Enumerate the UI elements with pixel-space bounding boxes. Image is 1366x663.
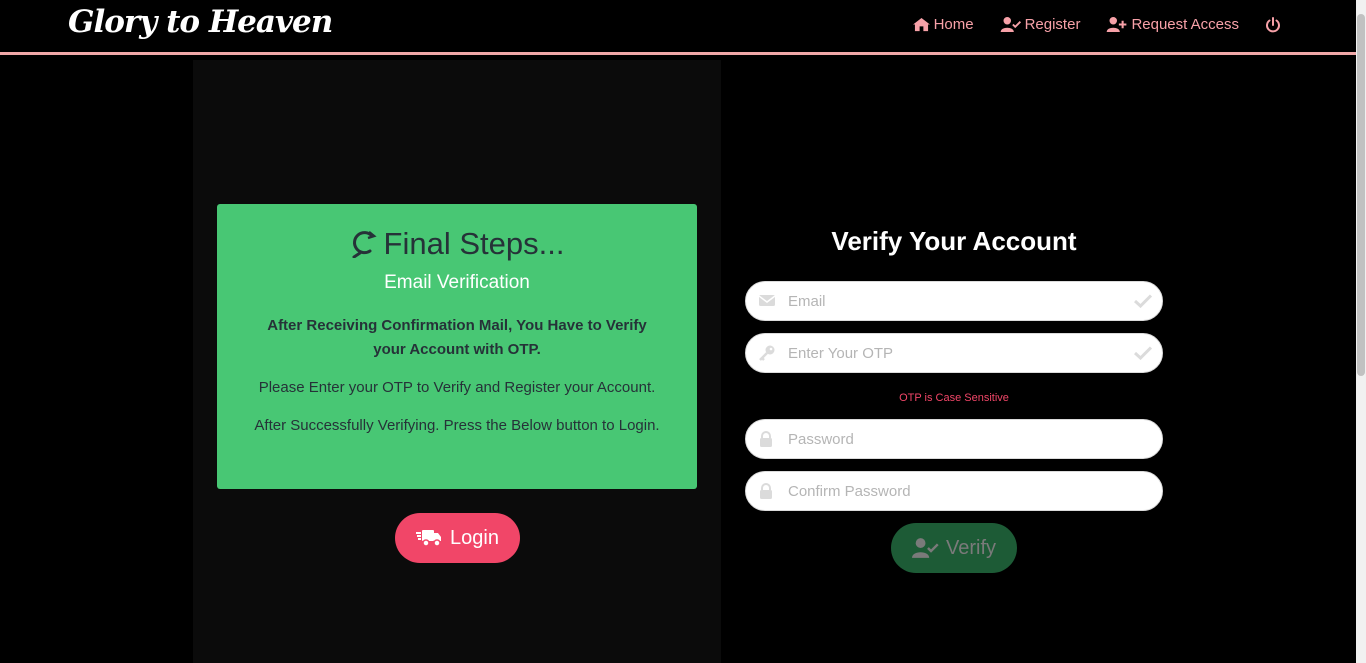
shipping-fast-icon bbox=[416, 530, 442, 547]
lock-icon bbox=[760, 431, 772, 447]
card-text-otp: Please Enter your OTP to Verify and Regi… bbox=[258, 379, 656, 396]
nav-register-label: Register bbox=[1024, 16, 1081, 33]
login-button-label: Login bbox=[450, 526, 499, 549]
otp-hint: OTP is Case Sensitive bbox=[899, 392, 1009, 404]
top-navbar: Glory to Heaven Home Register Request Ac… bbox=[0, 0, 1356, 55]
check-icon bbox=[1134, 346, 1152, 360]
nav-request-access-link[interactable]: Request Access bbox=[1106, 16, 1239, 33]
brand-logo[interactable]: Glory to Heaven bbox=[68, 4, 333, 40]
verify-button[interactable]: Verify bbox=[891, 523, 1017, 573]
password-field[interactable] bbox=[745, 419, 1163, 459]
left-info-panel: Final Steps... Email Verification After … bbox=[193, 60, 721, 663]
home-icon bbox=[912, 17, 930, 32]
final-steps-card: Final Steps... Email Verification After … bbox=[217, 204, 697, 489]
verify-button-label: Verify bbox=[945, 536, 997, 559]
power-icon bbox=[1266, 16, 1280, 32]
envelope-icon bbox=[759, 295, 775, 306]
user-check-icon bbox=[1000, 17, 1021, 32]
otp-field[interactable] bbox=[745, 333, 1163, 373]
card-subtitle: Email Verification bbox=[384, 272, 530, 293]
page-scrollbar[interactable] bbox=[1356, 0, 1366, 663]
password-input[interactable] bbox=[786, 420, 1126, 458]
nav-links: Home Register Request Access bbox=[886, 16, 1284, 33]
form-title: Verify Your Account bbox=[831, 226, 1077, 256]
otp-input[interactable] bbox=[786, 334, 1126, 372]
refresh-icon bbox=[352, 231, 377, 258]
card-title-text: Final Steps... bbox=[383, 226, 565, 261]
login-button[interactable]: Login bbox=[395, 513, 520, 563]
confirm-password-field[interactable] bbox=[745, 471, 1163, 511]
card-title: Final Steps... bbox=[217, 226, 697, 262]
nav-request-access-label: Request Access bbox=[1131, 16, 1239, 33]
confirm-password-input[interactable] bbox=[786, 472, 1126, 510]
card-bold-text: After Receiving Confirmation Mail, You H… bbox=[267, 317, 647, 358]
user-check-icon bbox=[911, 538, 939, 558]
nav-home-label: Home bbox=[933, 16, 974, 33]
user-plus-icon bbox=[1107, 17, 1127, 32]
email-field[interactable] bbox=[745, 281, 1163, 321]
nav-home-link[interactable]: Home bbox=[912, 16, 974, 33]
scrollbar-thumb[interactable] bbox=[1357, 14, 1365, 376]
email-input[interactable] bbox=[786, 282, 1126, 320]
lock-icon bbox=[760, 483, 772, 499]
logout-button[interactable] bbox=[1265, 16, 1284, 33]
check-icon bbox=[1134, 294, 1152, 308]
card-text-login: After Successfully Verifying. Press the … bbox=[254, 417, 660, 434]
nav-register-link[interactable]: Register bbox=[1000, 16, 1081, 33]
key-icon bbox=[759, 345, 775, 361]
